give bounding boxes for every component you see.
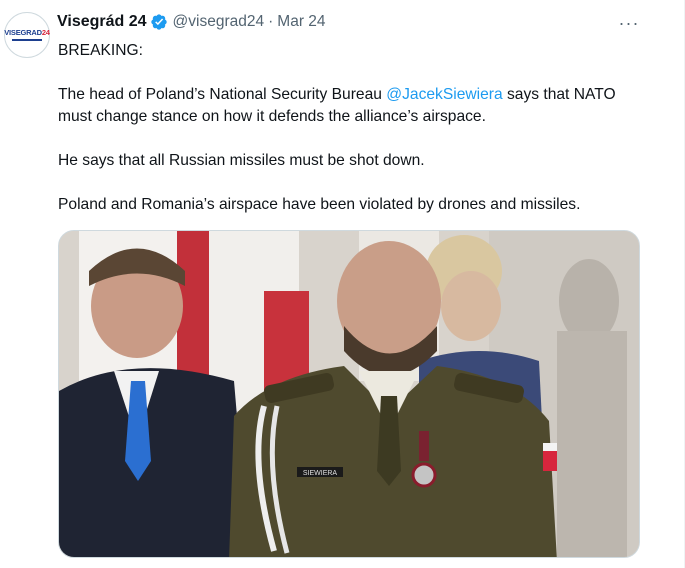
text-paragraph-4: Poland and Romania’s airspace have been … (58, 196, 581, 213)
tweet-date[interactable]: Mar 24 (277, 13, 325, 31)
separator-dot: · (268, 13, 274, 30)
verified-badge-icon (150, 13, 168, 31)
avatar-logo-bar (12, 38, 42, 41)
photo-illustration: SIEWIERA (59, 231, 639, 557)
text-paragraph-3: He says that all Russian missiles must b… (58, 152, 425, 169)
author-name[interactable]: Visegrád 24 (57, 13, 147, 31)
text-line-breaking: BREAKING: (58, 42, 143, 59)
avatar-logo-text: VISEGRAD24 (4, 28, 50, 38)
text-paragraph-2: The head of Poland’s National Security B… (58, 86, 616, 125)
more-options-icon[interactable]: ··· (618, 14, 640, 32)
tweet-header: Visegrád 24 @visegrad24 · Mar 24 (57, 13, 326, 31)
author-handle[interactable]: @visegrad24 (173, 13, 265, 31)
tweet-photo[interactable]: SIEWIERA (58, 230, 640, 558)
name-tag-text: SIEWIERA (303, 470, 338, 477)
mention-link[interactable]: @JacekSiewiera (386, 86, 502, 103)
tweet-text: BREAKING: The head of Poland’s National … (58, 40, 648, 216)
avatar[interactable]: VISEGRAD24 (4, 12, 50, 58)
tweet-card[interactable]: VISEGRAD24 Visegrád 24 @visegrad24 · Mar… (0, 0, 685, 568)
